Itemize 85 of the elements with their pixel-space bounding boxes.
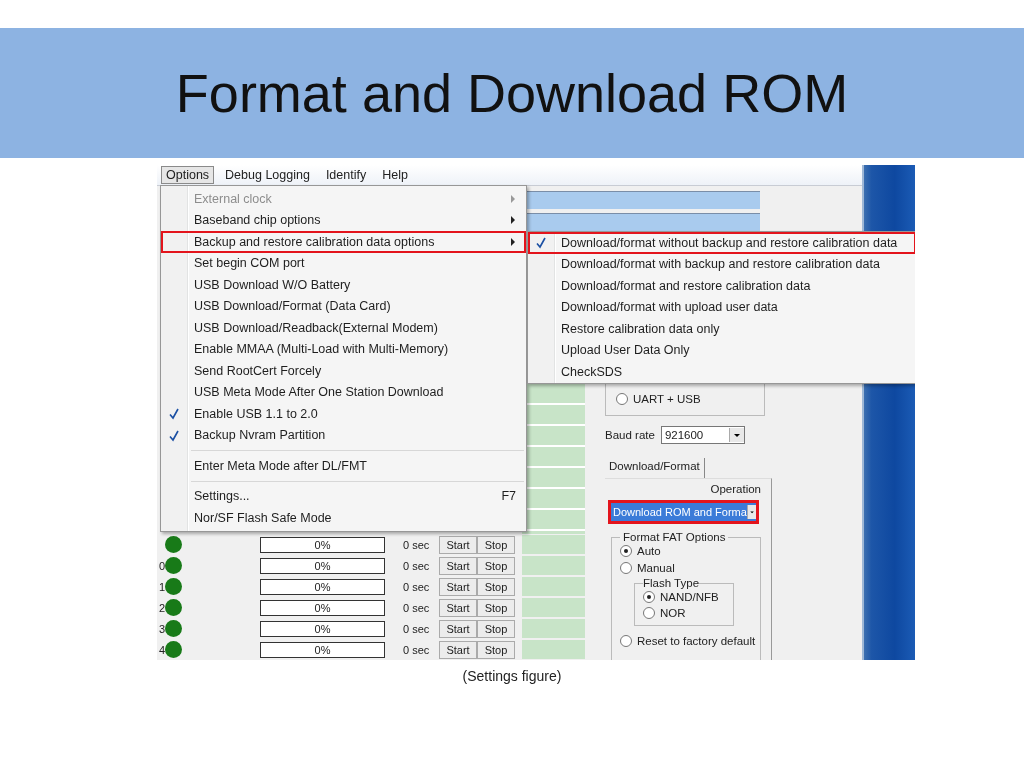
slide-title: Format and Download ROM [175, 62, 849, 124]
format-radio[interactable]: Manual [620, 560, 760, 576]
menu-item[interactable]: Settings... F7 [161, 485, 526, 507]
stop-button[interactable]: Stop [477, 556, 515, 575]
progress-bar: 0% [260, 536, 385, 553]
port-index: 0 [157, 559, 165, 572]
reset-radio[interactable]: Reset to factory default [620, 633, 760, 649]
caret-icon [728, 428, 744, 442]
port-index: 1 [157, 580, 165, 593]
port-index: 3 [157, 622, 165, 635]
menu-title[interactable]: Options [161, 166, 215, 184]
menu-item[interactable]: Backup and restore calibration data options [161, 231, 526, 253]
elapsed-time: 0 sec [403, 622, 431, 635]
elapsed-time: 0 sec [403, 580, 431, 593]
stop-button[interactable]: Stop [477, 535, 515, 554]
stop-button[interactable]: Stop [477, 619, 515, 638]
port-index: 2 [157, 601, 165, 614]
operation-dropdown[interactable]: Download ROM and Forma [611, 503, 756, 521]
menu-item[interactable]: Enter Meta Mode after DL/FMT [161, 455, 526, 477]
progress-bar: 0% [260, 620, 385, 637]
menu-item[interactable]: CheckSDS [528, 361, 915, 383]
menu-item[interactable]: USB Download/Readback(External Modem) [161, 317, 526, 339]
progress-bar: 0% [260, 578, 385, 595]
flash-type-radio[interactable]: NOR [643, 605, 733, 621]
menu-item[interactable]: Upload User Data Only [528, 339, 915, 361]
menu-item[interactable]: Download/format and restore calibration data [528, 275, 915, 297]
status-dot [165, 557, 182, 574]
status-cell [522, 535, 585, 554]
elapsed-time: 0 sec [403, 538, 431, 551]
status-cell [522, 598, 585, 617]
menu-item[interactable]: Download/format with backup and restore calibration data [528, 253, 915, 275]
status-cell [522, 640, 585, 659]
menu-item[interactable]: Set begin COM port [161, 252, 526, 274]
baud-rate-label: Baud rate [605, 429, 655, 441]
menu-item[interactable]: USB Download/Format (Data Card) [161, 295, 526, 317]
elapsed-time: 0 sec [403, 601, 431, 614]
stop-button[interactable]: Stop [477, 640, 515, 659]
status-dot [165, 599, 182, 616]
menu-item[interactable]: Send RootCert Forcely [161, 360, 526, 382]
menu-title[interactable]: Identify [320, 166, 372, 184]
progress-bar: 0% [260, 557, 385, 574]
status-dot [165, 641, 182, 658]
group-title: Format FAT Options [622, 531, 727, 543]
status-dot [165, 578, 182, 595]
menu-title[interactable]: Help [377, 166, 413, 184]
menu-item[interactable]: USB Meta Mode After One Station Download [161, 381, 526, 403]
format-radio[interactable]: Auto [620, 543, 760, 559]
status-cell [522, 556, 585, 575]
shortcut-label: F7 [501, 489, 516, 504]
start-button[interactable]: Start [439, 577, 477, 596]
start-button[interactable]: Start [439, 535, 477, 554]
status-dot [165, 620, 182, 637]
status-dot [165, 536, 182, 553]
text-field[interactable] [525, 191, 760, 209]
start-button[interactable]: Start [439, 640, 477, 659]
elapsed-time: 0 sec [403, 643, 431, 656]
menu-item[interactable]: Baseband chip options [161, 209, 526, 231]
status-cell [522, 577, 585, 596]
group-title: Flash Type [643, 577, 700, 589]
menu-item[interactable]: Download/format with upload user data [528, 296, 915, 318]
menu-item[interactable]: USB Download W/O Battery [161, 274, 526, 296]
start-button[interactable]: Start [439, 556, 477, 575]
menu-item[interactable]: Enable USB 1.1 to 2.0 [161, 403, 526, 425]
menu-item[interactable]: Backup Nvram Partition [161, 424, 526, 446]
stop-button[interactable]: Stop [477, 577, 515, 596]
menu-item[interactable]: Download/format without backup and restore calibration data [528, 232, 915, 254]
operation-label: Operation [709, 483, 761, 497]
start-button[interactable]: Start [439, 598, 477, 617]
menu-title[interactable]: Debug Logging [220, 166, 315, 184]
baud-rate-dropdown[interactable]: 921600 [660, 426, 745, 444]
menu-item[interactable]: Nor/SF Flash Safe Mode [161, 507, 526, 529]
progress-bar: 0% [260, 641, 385, 658]
uart-usb-radio[interactable]: UART + USB [616, 391, 701, 407]
menu-item[interactable]: Restore calibration data only [528, 318, 915, 340]
elapsed-time: 0 sec [403, 559, 431, 572]
text-field[interactable] [525, 213, 760, 231]
port-index: 4 [157, 643, 165, 656]
flash-type-radio[interactable]: NAND/NFB [643, 589, 733, 605]
stop-button[interactable]: Stop [477, 598, 515, 617]
progress-bar: 0% [260, 599, 385, 616]
start-button[interactable]: Start [439, 619, 477, 638]
figure-caption: (Settings figure) [461, 668, 563, 684]
caret-icon [746, 505, 756, 519]
status-cell [522, 619, 585, 638]
menu-item[interactable]: Enable MMAA (Multi-Load with Multi-Memory) [161, 338, 526, 360]
